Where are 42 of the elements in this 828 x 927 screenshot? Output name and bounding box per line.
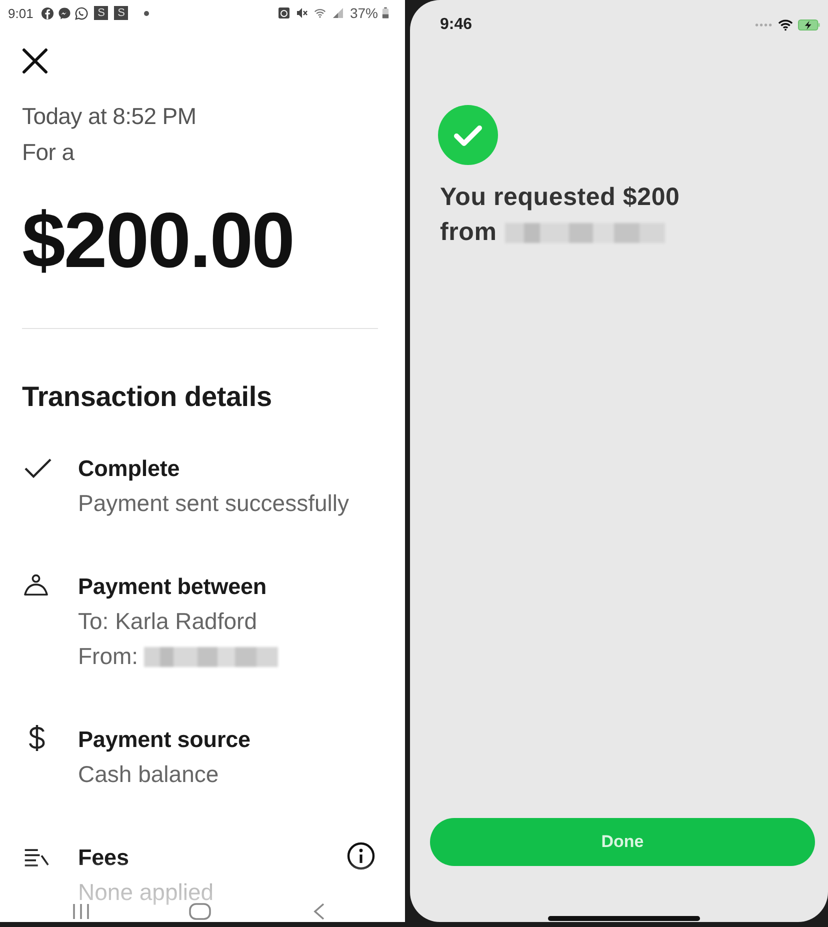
dollar-sign-icon — [28, 724, 46, 752]
f-circle-icon — [41, 6, 54, 20]
detail-text: Payment sent successfully — [78, 493, 350, 514]
status-time: 9:01 — [8, 6, 34, 20]
detail-title: Payment source — [78, 726, 252, 754]
battery-icon — [382, 7, 389, 19]
detail-text: Cash balance — [78, 764, 219, 785]
status-time: 9:46 — [440, 16, 472, 34]
check-circle-icon — [438, 105, 498, 165]
section-title: Transaction details — [22, 381, 273, 413]
transaction-date: Today at 8:52 PM — [22, 102, 198, 131]
app-notification-tile: S — [114, 6, 128, 20]
detail-text: None applied — [78, 882, 214, 903]
dot-icon — [144, 10, 150, 16]
home-icon[interactable] — [189, 903, 211, 920]
transaction-amount: $200.00 — [22, 203, 294, 277]
muted-speaker-icon — [296, 7, 308, 19]
close-icon[interactable] — [22, 48, 48, 74]
recent-apps-icon[interactable] — [72, 903, 90, 920]
back-icon[interactable] — [313, 903, 325, 920]
done-button[interactable]: Done — [430, 818, 815, 866]
chat-bubble-icon — [58, 6, 72, 20]
info-icon[interactable] — [347, 842, 375, 870]
signal-icon — [332, 7, 344, 19]
confirmation-text: You requested $200 — [440, 183, 680, 212]
battery-percent: 37% — [350, 5, 378, 21]
confirmation-text: from — [440, 218, 497, 247]
detail-title: Fees — [78, 844, 130, 872]
phone-bubble-icon — [75, 6, 88, 20]
detail-title: Payment between — [78, 573, 268, 601]
detail-text: From: — [78, 646, 138, 667]
checkmark-icon — [24, 458, 52, 478]
wifi-icon — [778, 19, 793, 31]
transaction-note: For a — [22, 138, 76, 167]
ring-tile-icon — [278, 7, 290, 19]
detail-text: To: Karla Radford — [78, 611, 257, 632]
lines-list-icon — [23, 848, 49, 867]
detail-title: Complete — [78, 455, 181, 483]
person-icon — [23, 574, 49, 596]
app-notification-tile: S — [94, 6, 108, 20]
signal-dots-icon — [755, 23, 773, 27]
wifi-icon — [314, 7, 326, 19]
